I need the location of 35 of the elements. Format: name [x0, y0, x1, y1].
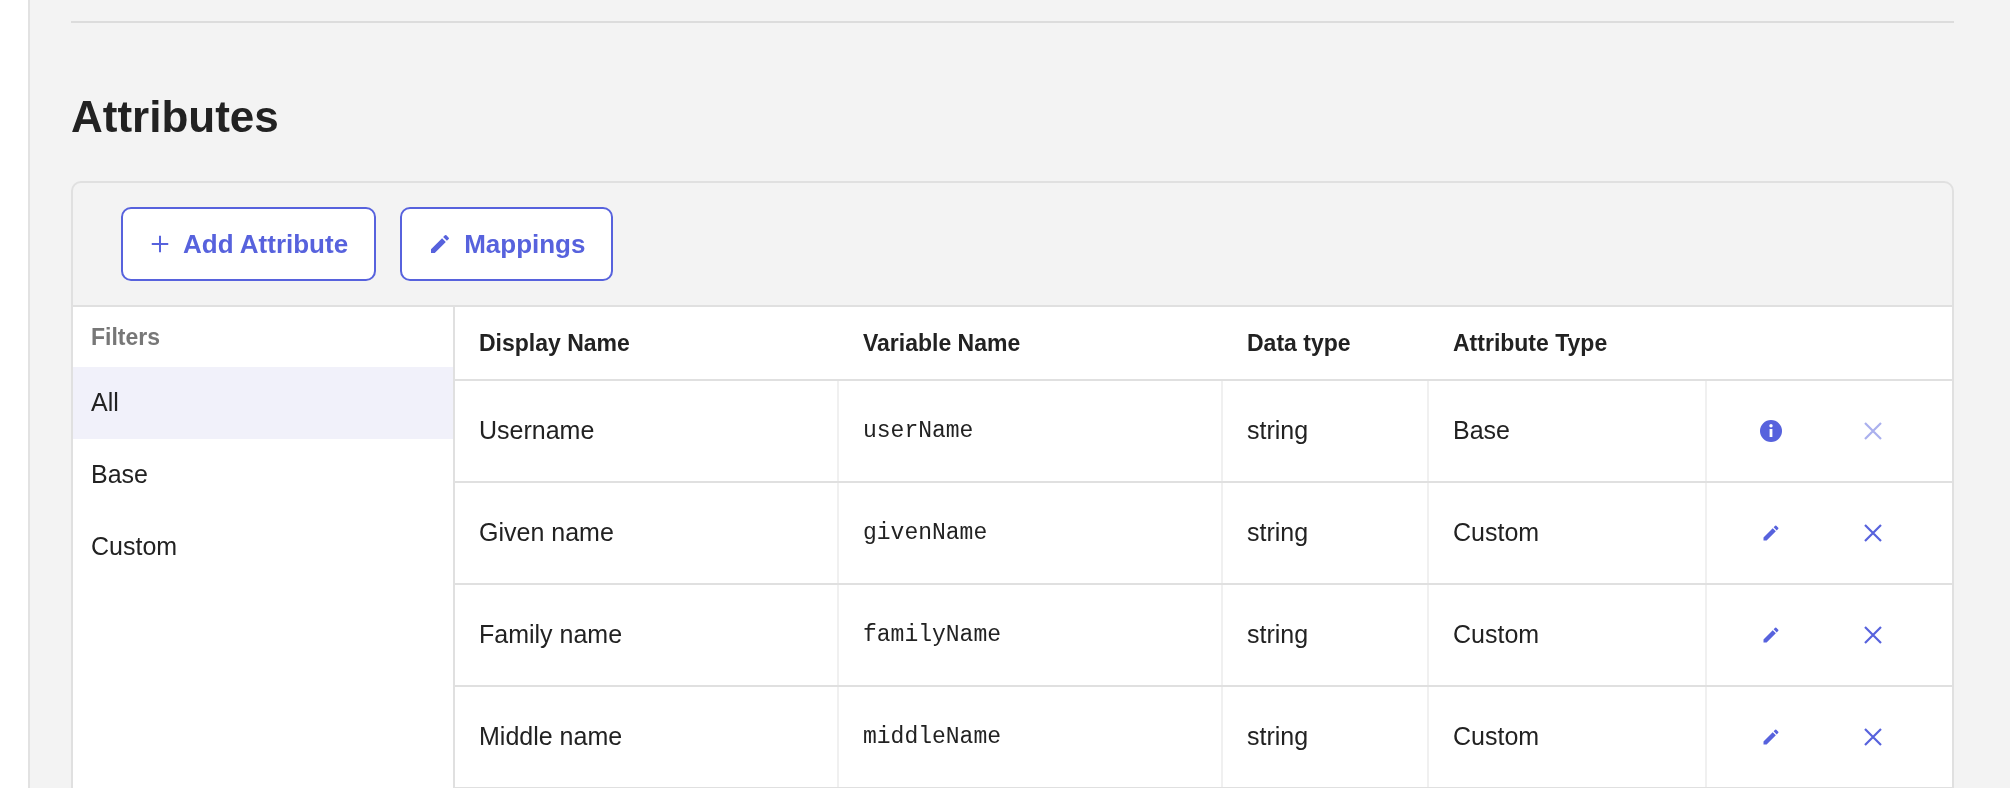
table-cell-text: middleName: [863, 722, 1002, 752]
column-header: Attribute Type: [1453, 329, 1608, 356]
close-icon[interactable]: [1863, 523, 1883, 543]
close-icon[interactable]: [1863, 625, 1883, 645]
info-icon[interactable]: [1759, 419, 1783, 443]
column-header: Variable Name: [863, 329, 1021, 356]
table-cell-text: familyName: [863, 620, 1002, 650]
table-cell-text: Username: [479, 415, 595, 447]
plus-icon: [149, 233, 171, 255]
add-attribute-button[interactable]: Add Attribute: [121, 207, 377, 281]
filters-heading: Filters: [91, 322, 161, 352]
table-cell-text: Base: [1453, 415, 1510, 447]
filter-item[interactable]: All: [73, 367, 453, 439]
pencil-icon: [1761, 625, 1781, 645]
filter-item[interactable]: Base: [73, 439, 453, 511]
table-cell-text: userName: [863, 416, 974, 446]
table-cell-text: Given name: [479, 517, 614, 549]
table-cell-text: string: [1247, 721, 1309, 753]
pencil-icon: [1761, 727, 1781, 747]
mappings-button[interactable]: Mappings: [400, 207, 614, 281]
filter-item[interactable]: Custom: [73, 511, 453, 583]
table-cell-text: string: [1247, 619, 1309, 651]
table-cell-text: Custom: [1453, 517, 1540, 549]
table-cell-text: Custom: [1453, 619, 1540, 651]
page-title: Attributes: [71, 91, 279, 143]
pencil-icon: [1761, 523, 1781, 543]
column-header: Display Name: [479, 329, 630, 356]
close-icon[interactable]: [1863, 727, 1883, 747]
table-cell-text: string: [1247, 415, 1309, 447]
table-cell-text: Family name: [479, 619, 623, 651]
column-header: Data type: [1247, 329, 1351, 356]
table-cell-text: string: [1247, 517, 1309, 549]
table-cell-text: givenName: [863, 518, 988, 548]
table-cell-text: Middle name: [479, 721, 623, 753]
table-cell-text: Custom: [1453, 721, 1540, 753]
